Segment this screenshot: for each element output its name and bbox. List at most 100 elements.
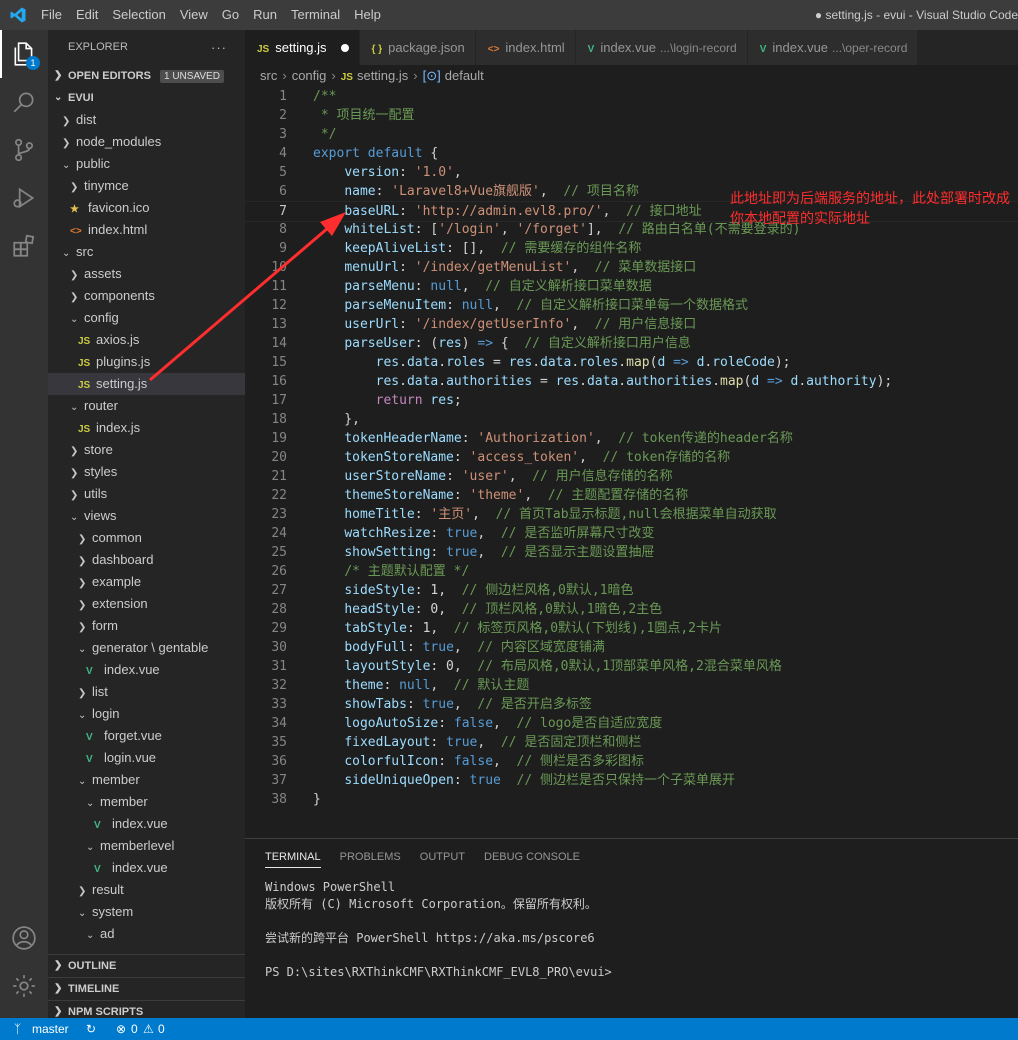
tree-item[interactable]: ⌄ ad [48,923,245,945]
tree-item[interactable]: ❯ dist [48,109,245,131]
settings-gear-icon[interactable] [0,962,48,1010]
tree-item[interactable]: ❯ tinymce [48,175,245,197]
code-line[interactable]: 12 parseMenuItem: null, // 自定义解析接口菜单每一个数… [245,296,1018,315]
warning-icon[interactable]: ⚠ [143,1018,154,1040]
code-line[interactable]: 33 showTabs: true, // 是否开启多标签 [245,695,1018,714]
code-line[interactable]: 9 keepAliveList: [], // 需要缓存的组件名称 [245,239,1018,258]
tree-item[interactable]: ⌄ system [48,901,245,923]
tree-item[interactable]: ⌄ generator \ gentable [48,637,245,659]
panel-tab-problems[interactable]: PROBLEMS [340,851,401,868]
tree-item[interactable]: ❯ result [48,879,245,901]
code-line[interactable]: 35 fixedLayout: true, // 是否固定顶栏和侧栏 [245,733,1018,752]
tree-item[interactable]: ★ favicon.ico [48,197,245,219]
breadcrumb-file[interactable]: setting.js [357,68,408,83]
code-line[interactable]: 36 colorfulIcon: false, // 侧栏是否多彩图标 [245,752,1018,771]
code-line[interactable]: 30 bodyFull: true, // 内容区域宽度铺满 [245,638,1018,657]
project-root-section[interactable]: ⌄ EVUI [48,87,245,109]
tree-item[interactable]: JS setting.js [48,373,245,395]
tree-item[interactable]: ❯ store [48,439,245,461]
more-actions-icon[interactable]: ··· [211,30,227,65]
code-line[interactable]: 22 themeStoreName: 'theme', // 主题配置存储的名称 [245,486,1018,505]
open-editors-section[interactable]: ❯ OPEN EDITORS 1 UNSAVED [48,65,245,87]
menu-item-run[interactable]: Run [246,0,284,30]
code-line[interactable]: 28 headStyle: 0, // 顶栏风格,0默认,1暗色,2主色 [245,600,1018,619]
terminal-output[interactable]: Windows PowerShell 版权所有 (C) Microsoft Cor… [265,879,612,981]
editor-tab[interactable]: Vindex.vue ...\oper-record [747,30,919,65]
editor-tab[interactable]: <> index.html [475,30,576,65]
tree-item[interactable]: ⌄ member [48,791,245,813]
tree-item[interactable]: ❯ extension [48,593,245,615]
npm-scripts-section[interactable]: ❯ NPM SCRIPTS [48,1000,245,1018]
source-control-icon[interactable] [0,126,48,174]
menu-item-selection[interactable]: Selection [105,0,172,30]
code-line[interactable]: 26 /* 主题默认配置 */ [245,562,1018,581]
extensions-icon[interactable] [0,222,48,270]
tree-item[interactable]: ⌄ member [48,769,245,791]
code-line[interactable]: 3 */ [245,125,1018,144]
menu-item-view[interactable]: View [173,0,215,30]
code-line[interactable]: 14 parseUser: (res) => { // 自定义解析接口用户信息 [245,334,1018,353]
code-line[interactable]: 15 res.data.roles = res.data.roles.map(d… [245,353,1018,372]
menu-item-go[interactable]: Go [215,0,246,30]
timeline-section[interactable]: ❯ TIMELINE [48,977,245,1000]
code-line[interactable]: 10 menuUrl: '/index/getMenuList', // 菜单数… [245,258,1018,277]
menu-item-help[interactable]: Help [347,0,388,30]
tree-item[interactable]: <> index.html [48,219,245,241]
tree-item[interactable]: ❯ assets [48,263,245,285]
tree-item[interactable]: ⌄ memberlevel [48,835,245,857]
code-line[interactable]: 20 tokenStoreName: 'access_token', // to… [245,448,1018,467]
code-line[interactable]: 18 }, [245,410,1018,429]
tree-item[interactable]: ❯ common [48,527,245,549]
breadcrumb-symbol[interactable]: default [445,68,484,83]
tree-item[interactable]: Vindex.vue [48,659,245,681]
tree-item[interactable]: Vforget.vue [48,725,245,747]
sync-icon[interactable]: ↻ [86,1018,96,1040]
code-line[interactable]: 38} [245,790,1018,809]
run-debug-icon[interactable] [0,174,48,222]
tree-item[interactable]: JS index.js [48,417,245,439]
editor-tab[interactable]: Vindex.vue ...\login-record [575,30,748,65]
panel-tab-debug-console[interactable]: DEBUG CONSOLE [484,851,580,868]
code-line[interactable]: 32 theme: null, // 默认主题 [245,676,1018,695]
tree-item[interactable]: ⌄ config [48,307,245,329]
tree-item[interactable]: ❯ components [48,285,245,307]
code-line[interactable]: 16 res.data.authorities = res.data.autho… [245,372,1018,391]
git-branch-label[interactable]: master [32,1018,69,1040]
code-line[interactable]: 21 userStoreName: 'user', // 用户信息存储的名称 [245,467,1018,486]
code-line[interactable]: 25 showSetting: true, // 是否显示主题设置抽屉 [245,543,1018,562]
search-icon[interactable] [0,78,48,126]
tree-item[interactable]: JS axios.js [48,329,245,351]
menu-item-edit[interactable]: Edit [69,0,105,30]
tree-item[interactable]: Vlogin.vue [48,747,245,769]
code-line[interactable]: 24 watchResize: true, // 是否监听屏幕尺寸改变 [245,524,1018,543]
outline-section[interactable]: ❯ OUTLINE [48,954,245,977]
error-icon[interactable]: ⊗ [116,1018,126,1040]
tree-item[interactable]: Vindex.vue [48,857,245,879]
editor-tab[interactable]: JS setting.js [245,30,360,65]
code-line[interactable]: 17 return res; [245,391,1018,410]
code-line[interactable]: 34 logoAutoSize: false, // logo是否自适应宽度 [245,714,1018,733]
tree-item[interactable]: ⌄ login [48,703,245,725]
tree-item[interactable]: ❯ list [48,681,245,703]
tree-item[interactable]: ⌄ views [48,505,245,527]
code-line[interactable]: 1 /** [245,87,1018,106]
tree-item[interactable]: ⌄ src [48,241,245,263]
code-line[interactable]: 29 tabStyle: 1, // 标签页风格,0默认(下划线),1圆点,2卡… [245,619,1018,638]
tree-item[interactable]: ⌄ public [48,153,245,175]
code-line[interactable]: 23 homeTitle: '主页', // 首页Tab显示标题,null会根据… [245,505,1018,524]
tree-item[interactable]: JS plugins.js [48,351,245,373]
panel-tab-output[interactable]: OUTPUT [420,851,465,868]
tree-item[interactable]: ❯ utils [48,483,245,505]
code-line[interactable]: 19 tokenHeaderName: 'Authorization', // … [245,429,1018,448]
editor-tab[interactable]: { } package.json [359,30,476,65]
code-line[interactable]: 31 layoutStyle: 0, // 布局风格,0默认,1顶部菜单风格,2… [245,657,1018,676]
tree-item[interactable]: ❯ example [48,571,245,593]
code-line[interactable]: 13 userUrl: '/index/getUserInfo', // 用户信… [245,315,1018,334]
panel-tab-terminal[interactable]: TERMINAL [265,851,321,868]
menu-item-file[interactable]: File [34,0,69,30]
code-line[interactable]: 4 export default { [245,144,1018,163]
code-line[interactable]: 11 parseMenu: null, // 自定义解析接口菜单数据 [245,277,1018,296]
code-line[interactable]: 5 version: '1.0', [245,163,1018,182]
tree-item[interactable]: ❯ dashboard [48,549,245,571]
code-line[interactable]: 27 sideStyle: 1, // 侧边栏风格,0默认,1暗色 [245,581,1018,600]
